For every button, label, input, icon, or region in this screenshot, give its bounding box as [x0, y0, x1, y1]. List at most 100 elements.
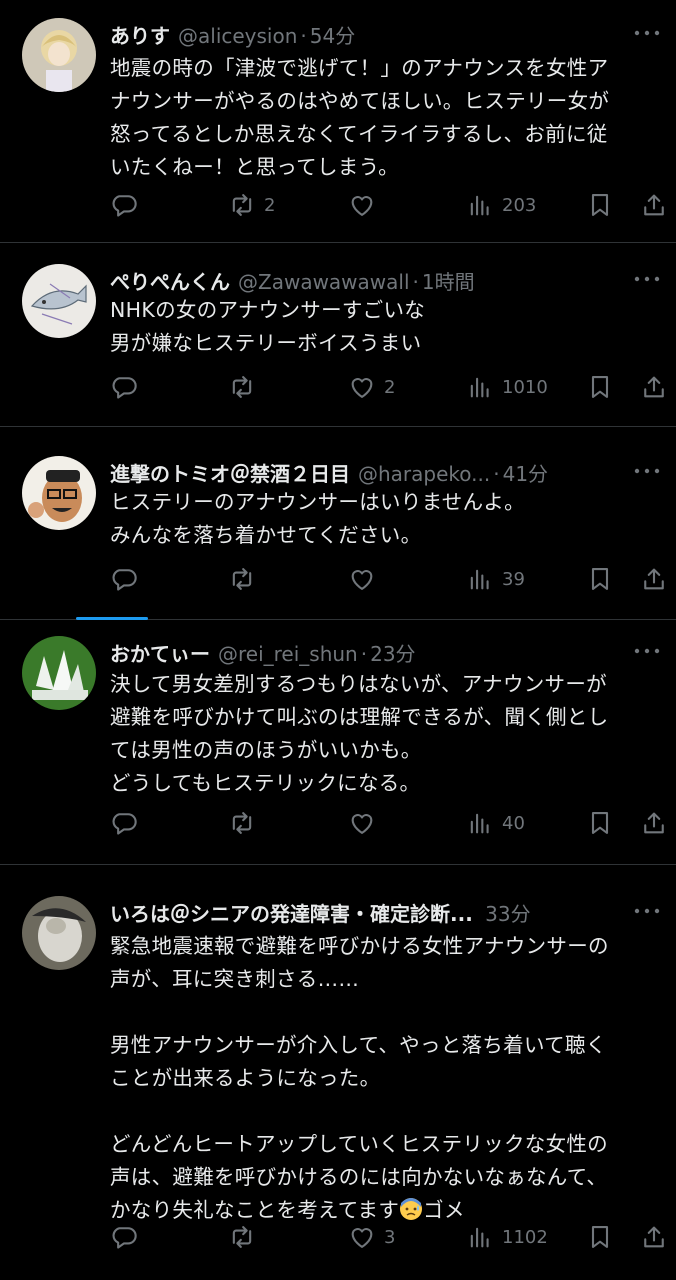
tweet[interactable]: いろは＠シニアの発達障害・確定診断... 33分 緊急地震速報で避難を呼びかける… [0, 896, 676, 1266]
view-count: 40 [502, 812, 525, 834]
text-line: 声が、耳に突き刺さる…… [110, 967, 360, 991]
text-line: 男性アナウンサーが介入して、やっと落ち着いて聴く [110, 1033, 607, 1057]
text-line: 避難を呼びかけて叫ぶのは理解できるが、聞く側とし [110, 705, 609, 729]
more-icon[interactable] [632, 26, 662, 40]
retweet-button[interactable] [228, 806, 264, 840]
views-button[interactable]: 1102 [466, 1220, 548, 1254]
heart-icon [348, 373, 376, 401]
anxious-face-emoji-icon [400, 1198, 423, 1220]
tweet-text: 決して男女差別するつもりはないが、アナウンサーが 避難を呼びかけて叫ぶのは理解で… [110, 668, 670, 800]
bookmark-button[interactable] [586, 370, 614, 404]
retweet-icon [228, 373, 256, 401]
tweet[interactable]: ぺりぺんくん @Zawawawawall · 1時間 NHKの女のアナウンサーすごいな… [0, 264, 676, 424]
share-button[interactable] [640, 562, 668, 596]
timestamp[interactable]: 41分 [503, 462, 548, 486]
retweet-button[interactable] [228, 1220, 264, 1254]
tweet[interactable]: 進撃のトミオ＠禁酒２日目 @harapeko... · 41分 ヒステリーのアナウンサ… [0, 456, 676, 616]
like-button[interactable]: 3 [348, 1220, 395, 1254]
bookmark-button[interactable] [586, 806, 614, 840]
share-button[interactable] [640, 1220, 668, 1254]
text-line: 男が嫌なヒステリーボイスうまい [110, 331, 422, 355]
display-name[interactable]: おかてぃー [110, 642, 210, 666]
views-button[interactable]: 40 [466, 806, 525, 840]
handle[interactable]: @aliceysion [178, 24, 297, 48]
views-button[interactable]: 203 [466, 188, 536, 222]
thread-indicator [76, 617, 148, 620]
text-line: どうしてもヒステリックになる。 [110, 771, 421, 795]
tweet-text: 地震の時の「津波で逃げて！」のアナウンスを女性ア ナウンサーがやるのはやめてほし… [110, 52, 670, 184]
handle[interactable]: @harapeko... [358, 462, 490, 486]
display-name[interactable]: ありす [110, 24, 170, 48]
display-name[interactable]: 進撃のトミオ＠禁酒２日目 [110, 462, 350, 486]
timestamp[interactable]: 33分 [485, 902, 530, 926]
bookmark-icon [586, 565, 614, 593]
bookmark-button[interactable] [586, 1220, 614, 1254]
view-count: 1102 [502, 1226, 548, 1248]
like-button[interactable] [348, 806, 384, 840]
text-line: ては男性の声のほうがいいかも。 [110, 738, 422, 762]
avatar[interactable] [22, 636, 96, 710]
action-bar: 3 1102 [110, 1220, 670, 1254]
heart-icon [348, 565, 376, 593]
bookmark-button[interactable] [586, 562, 614, 596]
text-line: ことが出来るようになった。 [110, 1066, 381, 1090]
more-icon[interactable] [632, 904, 662, 918]
text-line: 怒ってるとしか思えなくてイライラするし、お前に従 [110, 122, 608, 146]
more-icon[interactable] [632, 644, 662, 658]
views-button[interactable]: 39 [466, 562, 525, 596]
reply-button[interactable] [110, 806, 138, 840]
text-line: ヒステリーのアナウンサーはいりませんよ。 [110, 490, 525, 514]
views-icon [466, 1223, 494, 1251]
more-icon[interactable] [632, 464, 662, 478]
display-name[interactable]: ぺりぺんくん [110, 270, 230, 294]
share-button[interactable] [640, 188, 668, 222]
share-icon [640, 565, 668, 593]
more-icon[interactable] [632, 272, 662, 286]
divider [0, 864, 676, 865]
separator-dot: · [300, 24, 307, 48]
timestamp[interactable]: 23分 [370, 642, 415, 666]
avatar[interactable] [22, 18, 96, 92]
avatar[interactable] [22, 264, 96, 338]
share-icon [640, 191, 668, 219]
tweet-text: ヒステリーのアナウンサーはいりませんよ。 みんなを落ち着かせてください。 [110, 486, 670, 552]
view-count: 1010 [502, 376, 548, 398]
retweet-icon [228, 809, 256, 837]
retweet-button[interactable] [228, 562, 264, 596]
separator-dot: · [493, 462, 500, 486]
view-count: 39 [502, 568, 525, 590]
retweet-button[interactable]: 2 [228, 188, 275, 222]
views-icon [466, 191, 494, 219]
text-segment: ゴメ [423, 1198, 465, 1222]
tweet[interactable]: おかてぃー @rei_rei_shun · 23分 決して男女差別するつもりはないが、… [0, 636, 676, 856]
reply-button[interactable] [110, 1220, 138, 1254]
tweet[interactable]: ありす @aliceysion · 54分 地震の時の「津波で逃げて！」のアナウンスを… [0, 18, 676, 240]
retweet-button[interactable] [228, 370, 264, 404]
retweet-icon [228, 1223, 256, 1251]
like-button[interactable] [348, 562, 384, 596]
view-count: 203 [502, 194, 537, 216]
share-button[interactable] [640, 370, 668, 404]
heart-icon [348, 1223, 376, 1251]
reply-button[interactable] [110, 188, 138, 222]
reply-button[interactable] [110, 370, 138, 404]
reply-button[interactable] [110, 562, 138, 596]
text-line: 決して男女差別するつもりはないが、アナウンサーが [110, 672, 607, 696]
display-name[interactable]: いろは＠シニアの発達障害・確定診断... [110, 902, 473, 926]
timestamp[interactable]: 1時間 [422, 270, 475, 294]
reply-icon [110, 191, 138, 219]
like-button[interactable]: 2 [348, 370, 395, 404]
bookmark-button[interactable] [586, 188, 614, 222]
handle[interactable]: @rei_rei_shun [218, 642, 358, 666]
views-icon [466, 565, 494, 593]
handle[interactable]: @Zawawawawall [238, 270, 410, 294]
avatar[interactable] [22, 896, 96, 970]
views-button[interactable]: 1010 [466, 370, 548, 404]
heart-icon [348, 191, 376, 219]
like-button[interactable] [348, 188, 384, 222]
text-line: 地震の時の「津波で逃げて！」のアナウンスを女性ア [110, 56, 609, 80]
bookmark-icon [586, 809, 614, 837]
timestamp[interactable]: 54分 [310, 24, 355, 48]
avatar[interactable] [22, 456, 96, 530]
share-button[interactable] [640, 806, 668, 840]
